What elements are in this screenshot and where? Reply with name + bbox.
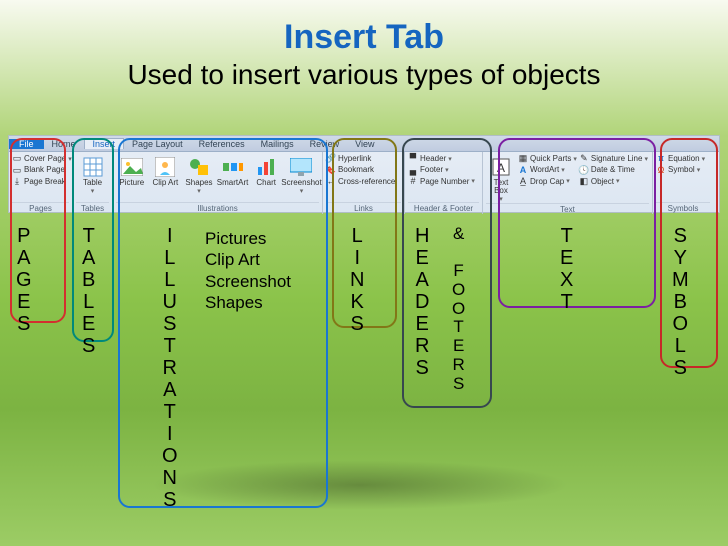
label-tables: TABLES xyxy=(82,225,97,357)
label-headers: HEADERS xyxy=(415,225,431,379)
label-symbols: SYMBOLS xyxy=(672,225,691,379)
slide-subtitle: Used to insert various types of objects xyxy=(0,59,728,91)
label-footers: & FOOTERS xyxy=(452,225,467,393)
label-links: LINKS xyxy=(350,225,366,335)
callout-text xyxy=(498,138,656,308)
illus-sublist: Pictures Clip Art Screenshot Shapes xyxy=(205,228,291,313)
callout-illustrations xyxy=(118,138,328,508)
label-pages: PAGES xyxy=(16,225,34,335)
label-illustrations: ILLUSTRATIONS xyxy=(162,225,180,511)
label-text: TEXT xyxy=(560,225,575,313)
slide-title: Insert Tab xyxy=(0,0,728,57)
